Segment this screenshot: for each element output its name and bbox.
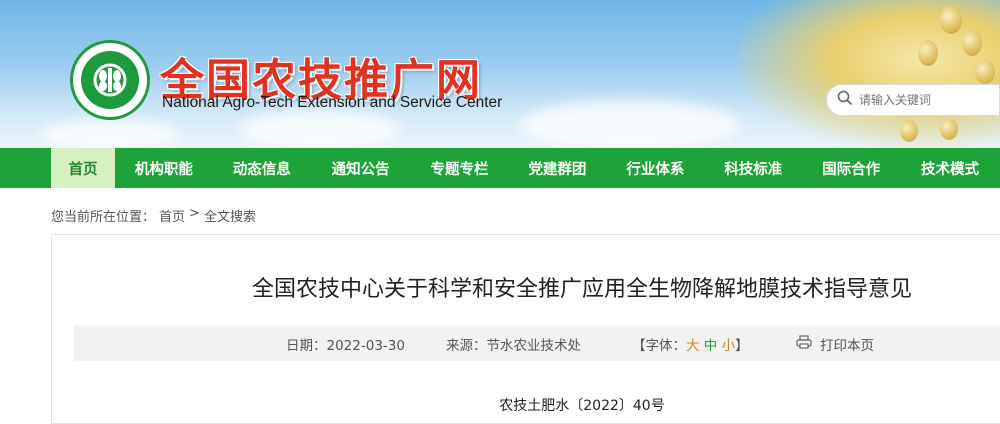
- grain-decoration: [962, 30, 982, 56]
- article-date: 日期：2022-03-30: [286, 334, 405, 354]
- site-header: 全国农技推广网 National Agro-Tech Extension and…: [0, 0, 1000, 148]
- nav-item-international[interactable]: 国际合作: [802, 148, 900, 188]
- date-label: 日期：: [286, 338, 327, 354]
- wheat-emblem-icon: [81, 51, 139, 109]
- font-size-controls: 【字体：大 中 小】: [632, 334, 749, 354]
- cloud-decoration: [40, 120, 180, 148]
- printer-icon: [796, 335, 812, 353]
- article-meta-bar: 日期：2022-03-30 来源：节水农业技术处 【字体：大 中 小】 打印本页: [74, 325, 1000, 361]
- nav-item-special-topics[interactable]: 专题专栏: [411, 148, 509, 188]
- grain-decoration: [940, 6, 962, 34]
- article-container: 全国农技中心关于科学和安全推广应用全生物降解地膜技术指导意见 日期：2022-0…: [51, 234, 1000, 424]
- source-label: 来源：: [446, 338, 487, 354]
- grain-decoration: [975, 60, 995, 84]
- font-size-label: 【字体：: [632, 338, 686, 354]
- font-size-close: 】: [735, 338, 749, 354]
- grain-decoration: [918, 40, 938, 66]
- print-page-button[interactable]: 打印本页: [796, 334, 874, 354]
- cloud-decoration: [520, 100, 740, 148]
- article-source: 来源：节水农业技术处: [446, 334, 581, 354]
- font-size-large-button[interactable]: 大: [686, 338, 700, 354]
- breadcrumb-current[interactable]: 全文搜索: [204, 206, 256, 225]
- site-logo[interactable]: [70, 40, 150, 120]
- grain-decoration: [900, 120, 918, 142]
- nav-item-home[interactable]: 首页: [51, 148, 115, 188]
- breadcrumb-home-link[interactable]: 首页: [159, 206, 185, 225]
- nav-item-org-functions[interactable]: 机构职能: [115, 148, 213, 188]
- breadcrumb: 您当前所在位置： 首页 > 全文搜索: [51, 206, 256, 225]
- cloud-decoration: [240, 110, 400, 148]
- font-size-medium-button[interactable]: 中: [704, 338, 718, 354]
- nav-item-news[interactable]: 动态信息: [213, 148, 311, 188]
- site-title-en: National Agro-Tech Extension and Service…: [162, 94, 503, 111]
- nav-item-industry-system[interactable]: 行业体系: [606, 148, 704, 188]
- font-size-small-button[interactable]: 小: [722, 338, 736, 354]
- main-nav: 首页 机构职能 动态信息 通知公告 专题专栏 党建群团 行业体系 科技标准 国际…: [0, 148, 1000, 188]
- search-box: [826, 84, 1000, 116]
- document-number: 农技土肥水〔2022〕40号: [499, 398, 665, 414]
- article-title: 全国农技中心关于科学和安全推广应用全生物降解地膜技术指导意见: [251, 277, 912, 302]
- date-value: 2022-03-30: [326, 338, 405, 354]
- breadcrumb-separator: >: [189, 206, 200, 221]
- source-value: 节水农业技术处: [486, 338, 582, 354]
- nav-item-party-building[interactable]: 党建群团: [509, 148, 607, 188]
- print-label: 打印本页: [820, 338, 874, 354]
- search-input[interactable]: [859, 93, 979, 107]
- search-icon[interactable]: [837, 90, 853, 110]
- breadcrumb-prefix: 您当前所在位置：: [51, 210, 156, 225]
- grain-decoration: [940, 118, 958, 140]
- nav-item-notices[interactable]: 通知公告: [311, 148, 411, 188]
- nav-item-tech-models[interactable]: 技术模式: [900, 148, 1000, 188]
- nav-item-tech-standards[interactable]: 科技标准: [704, 148, 802, 188]
